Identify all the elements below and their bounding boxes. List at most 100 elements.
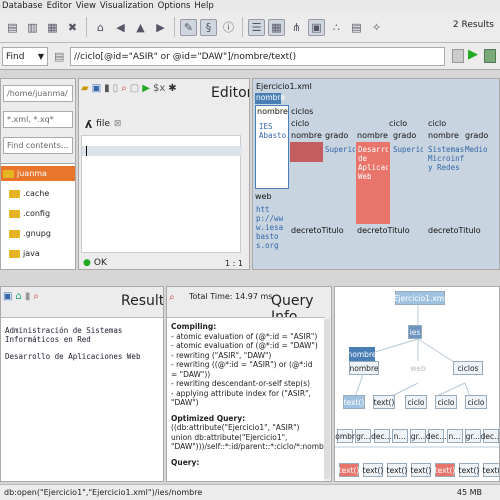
tree-node[interactable]: gr... <box>355 429 372 443</box>
tree-web-node[interactable]: web <box>407 361 429 375</box>
home-icon[interactable]: ⌂ <box>92 19 109 36</box>
open-db-icon[interactable]: ▥ <box>24 19 41 36</box>
close-tab-icon[interactable]: ⊠ <box>114 119 122 129</box>
home-result-icon[interactable]: ⌂ <box>15 291 21 302</box>
tree-row-3: nombre gr... dec... n... gr... dec... n.… <box>335 429 499 443</box>
history-icon[interactable]: ▤ <box>54 50 64 63</box>
table-view-icon[interactable]: ▤ <box>348 19 365 36</box>
menu-visualization[interactable]: Visualization <box>100 0 154 12</box>
tree-node[interactable]: n... <box>391 429 408 443</box>
link-icon[interactable]: § <box>200 18 217 36</box>
tree-node[interactable]: nombre <box>335 429 359 443</box>
edit-icon[interactable]: ✎ <box>180 18 197 36</box>
xquery-icon[interactable]: $x <box>153 83 165 94</box>
map-view-icon[interactable]: ▦ <box>268 18 285 36</box>
up-icon[interactable]: ▲ <box>132 19 149 36</box>
find-contents-field[interactable]: Find contents... <box>3 137 73 154</box>
search-info-icon[interactable]: ⌕ <box>169 292 175 303</box>
menu-options[interactable]: Options <box>158 0 191 12</box>
tree-node[interactable]: text() <box>363 463 383 477</box>
tree-node[interactable]: text() <box>387 463 407 477</box>
properties-icon[interactable]: ▦ <box>44 19 61 36</box>
map-panel: Ejercicio1.xml nombre nombre IES Abastos… <box>252 78 500 270</box>
tree-node[interactable]: text() <box>459 463 479 477</box>
tree-node[interactable]: text() <box>411 463 431 477</box>
tree-ciclos-node[interactable]: ciclos <box>453 361 483 375</box>
info-icon[interactable]: ⓘ <box>220 19 237 36</box>
map-ies-cell[interactable]: nombre IES Abastos <box>255 105 289 189</box>
tree-item-cache[interactable]: .cache <box>1 186 75 201</box>
info-panel: ⌕ Total Time: 14.97 ms Query Info Compil… <box>166 286 332 482</box>
tree-nombre-node[interactable]: nombre <box>349 361 379 375</box>
stop-run-icon[interactable]: ✱ <box>168 83 176 94</box>
filter-field[interactable]: *.xml, *.xq* <box>3 111 73 128</box>
run-icon[interactable]: ▶ <box>142 83 150 94</box>
tree-node[interactable]: dec... <box>481 429 499 443</box>
save-as-icon[interactable]: ▮ <box>104 83 110 94</box>
save-result-icon[interactable]: ▣ <box>3 291 12 302</box>
stop-result-icon[interactable]: ▮ <box>25 291 31 302</box>
code-area[interactable] <box>81 135 242 253</box>
status-label: OK <box>93 258 107 268</box>
c3-nombre-value: Sistemas Microinformáticos y Redes <box>428 145 464 172</box>
menu-help[interactable]: Help <box>194 0 213 12</box>
execute-icon[interactable]: ▶ <box>468 47 478 62</box>
tree-node-highlight[interactable]: text() <box>339 463 359 477</box>
file-icon: ʎ <box>85 117 93 131</box>
tree-node[interactable]: n... <box>446 429 463 443</box>
search-icon[interactable]: ⌕ <box>121 83 127 94</box>
c2-nombre-cell[interactable]: Desarrollo de Aplicaciones Web <box>356 142 390 224</box>
search-result-icon[interactable]: ⌕ <box>33 291 39 302</box>
menu-database[interactable]: Database <box>2 0 43 12</box>
open-icon[interactable]: ▰ <box>81 83 89 94</box>
close-file-icon[interactable]: ▯ <box>113 83 119 94</box>
main-toolbar: ▤ ▥ ▦ ✖ ⌂ ◀ ▲ ▶ ✎ § ⓘ ☰ ▦ ⋔ ▣ ∴ ▤ ✧ 2 Re… <box>0 12 500 43</box>
path-field[interactable]: /home/juanma/ <box>3 85 73 102</box>
result-text[interactable]: Administración de Sistemas Informáticos … <box>1 317 163 481</box>
explore-view-icon[interactable]: ✧ <box>368 19 385 36</box>
scrollbar[interactable] <box>324 319 330 479</box>
filter-icon[interactable] <box>484 49 496 63</box>
close-icon[interactable]: ✖ <box>64 19 81 36</box>
tree-text-node-selected[interactable]: text() <box>343 395 365 409</box>
new-db-icon[interactable]: ▤ <box>4 19 21 36</box>
menu-editor[interactable]: Editor <box>47 0 72 12</box>
text-view-icon[interactable]: ☰ <box>248 18 265 36</box>
separator <box>86 17 87 37</box>
ciclo2-label: ciclo <box>389 119 408 128</box>
plot-view-icon[interactable]: ∴ <box>328 19 345 36</box>
mode-select[interactable]: Find ▼ <box>2 47 48 66</box>
tree-root-node[interactable]: Ejercicio1.xml <box>394 291 446 305</box>
tree-ies-node[interactable]: ies <box>408 325 422 339</box>
forward-icon[interactable]: ▶ <box>152 19 169 36</box>
folder-view-icon[interactable]: ▣ <box>308 18 325 36</box>
c2-nombre-header: nombre <box>357 131 388 140</box>
menu-view[interactable]: View <box>76 0 96 12</box>
total-time: Total Time: 14.97 ms <box>189 292 273 301</box>
c1-nombre-cell[interactable] <box>290 142 323 162</box>
tree-nombre-selected[interactable]: nombre <box>348 347 376 361</box>
tab-file[interactable]: ʎ file ⊠ <box>79 115 249 133</box>
info-text[interactable]: Compiling: - atomic evaluation of (@*:id… <box>167 317 325 481</box>
stop-icon[interactable] <box>452 49 464 63</box>
back-icon[interactable]: ◀ <box>112 19 129 36</box>
tree-view-icon[interactable]: ⋔ <box>288 19 305 36</box>
tree-node[interactable]: gr... <box>410 429 426 443</box>
tree-ciclo-node-3[interactable]: ciclo <box>465 395 487 409</box>
query-input[interactable]: //ciclo[@id="ASIR" or @id="DAW"]/nombre/… <box>70 47 445 66</box>
save-icon[interactable]: ▣ <box>92 83 101 94</box>
tree-node-highlight[interactable]: text() <box>435 463 455 477</box>
undo-icon[interactable]: ▢ <box>130 83 139 94</box>
tree-node[interactable]: gr... <box>464 429 481 443</box>
tree-node[interactable]: dec... <box>426 429 447 443</box>
map-root-label[interactable]: nombre <box>255 93 285 104</box>
tree-item-java[interactable]: java <box>1 246 75 261</box>
tree-item-config[interactable]: .config <box>1 206 75 221</box>
tree-ciclo-node-2[interactable]: ciclo <box>435 395 457 409</box>
tree-item-gnupg[interactable]: .gnupg <box>1 226 75 241</box>
tree-node[interactable]: text() <box>483 463 499 477</box>
tree-item-juanma[interactable]: juanma <box>1 166 75 181</box>
tree-text-node[interactable]: text() <box>373 395 395 409</box>
tree-ciclo-node-1[interactable]: ciclo <box>405 395 427 409</box>
tree-node[interactable]: dec... <box>371 429 392 443</box>
